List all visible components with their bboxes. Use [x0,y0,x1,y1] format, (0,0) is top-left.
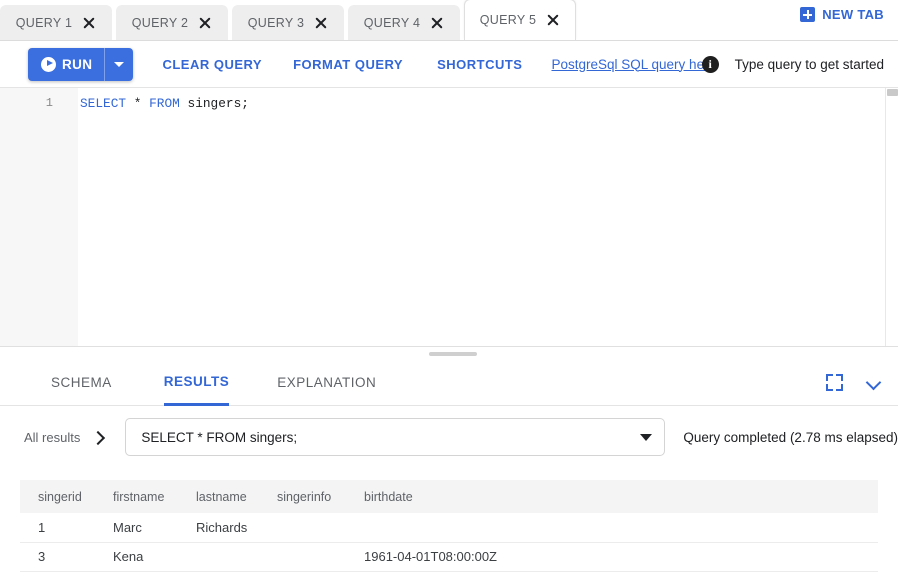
editor-line-number: 1 [0,94,78,113]
table-row: 3 Kena 1961-04-01T08:00:00Z [20,542,878,571]
new-tab-button[interactable]: NEW TAB [800,7,884,22]
editor-gutter: 1 [0,88,78,346]
column-header-birthdate[interactable]: birthdate [346,480,878,513]
cell-birthdate [346,513,878,542]
fullscreen-expand-icon[interactable] [826,374,843,391]
results-table-container: singerid firstname lastname singerinfo b… [0,468,898,579]
tab-results[interactable]: RESULTS [164,360,230,406]
editor-vertical-scrollbar[interactable] [885,88,898,346]
column-header-lastname[interactable]: lastname [178,480,259,513]
query-tab-4[interactable]: QUERY 4 [348,5,460,40]
query-tab-label: QUERY 4 [364,16,421,30]
run-button-label: RUN [62,57,92,72]
plus-square-icon [800,7,815,22]
query-result-select[interactable]: SELECT * FROM singers; [125,418,665,456]
results-table-body: 1 Marc Richards 3 Kena 1961-04-01T08:00:… [20,513,878,571]
sql-keyword-from: FROM [149,96,180,111]
query-tab-3[interactable]: QUERY 3 [232,5,344,40]
chevron-right-icon [92,431,104,443]
cell-singerinfo [259,513,346,542]
query-tab-label: QUERY 3 [248,16,305,30]
toolbar-status: i Type query to get started [702,56,884,73]
query-tab-label: QUERY 5 [480,13,537,27]
close-icon[interactable] [314,16,328,30]
query-tabs-list: QUERY 1 QUERY 2 QUERY 3 QUERY 4 QUERY 5 [0,0,580,40]
tab-schema[interactable]: SCHEMA [51,360,112,406]
resize-grip-icon [429,352,477,356]
results-table: singerid firstname lastname singerinfo b… [20,480,878,572]
results-selector-row: All results SELECT * FROM singers; Query… [0,406,898,468]
query-tab-label: QUERY 2 [132,16,189,30]
play-circle-icon [41,57,56,72]
sql-keyword-select: SELECT [80,96,126,111]
results-tab-bar: SCHEMA RESULTS EXPLANATION [0,360,898,406]
run-button[interactable]: RUN [28,48,104,81]
cell-firstname: Marc [95,513,178,542]
query-tab-bar: QUERY 1 QUERY 2 QUERY 3 QUERY 4 QUERY 5 [0,0,898,41]
chevron-down-icon[interactable] [628,434,664,441]
cell-firstname: Kena [95,542,178,571]
info-circle-icon: i [702,56,719,73]
shortcuts-button[interactable]: SHORTCUTS [437,57,522,72]
cell-singerid: 1 [20,513,95,542]
format-query-button[interactable]: FORMAT QUERY [293,57,403,72]
panel-resize-handle[interactable] [0,346,898,360]
editor-scrollbar-thumb[interactable] [887,89,898,96]
chevron-down-icon [114,62,124,67]
results-panel: SCHEMA RESULTS EXPLANATION All results S… [0,360,898,579]
editor-code-line: SELECT * FROM singers; [80,94,898,113]
query-tab-5[interactable]: QUERY 5 [464,0,576,40]
chevron-down-icon[interactable] [867,376,880,389]
sql-star-operator: * [126,96,149,111]
run-button-group[interactable]: RUN [28,48,133,81]
results-panel-actions [826,374,880,391]
query-result-select-value: SELECT * FROM singers; [126,430,628,445]
new-tab-label: NEW TAB [822,7,884,22]
column-header-singerinfo[interactable]: singerinfo [259,480,346,513]
editor-code-area[interactable]: SELECT * FROM singers; [78,88,898,346]
close-icon[interactable] [546,13,560,27]
query-tab-2[interactable]: QUERY 2 [116,5,228,40]
cell-lastname: Richards [178,513,259,542]
table-row: 1 Marc Richards [20,513,878,542]
cell-birthdate: 1961-04-01T08:00:00Z [346,542,878,571]
clear-query-button[interactable]: CLEAR QUERY [162,57,262,72]
run-options-button[interactable] [105,48,133,81]
sql-table-identifier: singers; [180,96,249,111]
cell-singerid: 3 [20,542,95,571]
breadcrumb-all-results[interactable]: All results [24,430,80,445]
close-icon[interactable] [430,16,444,30]
cell-lastname [178,542,259,571]
results-table-head: singerid firstname lastname singerinfo b… [20,480,878,513]
column-header-singerid[interactable]: singerid [20,480,95,513]
postgresql-help-link[interactable]: PostgreSql SQL query help [551,57,714,72]
close-icon[interactable] [82,16,96,30]
sql-query-workspace: QUERY 1 QUERY 2 QUERY 3 QUERY 4 QUERY 5 [0,0,898,579]
column-header-firstname[interactable]: firstname [95,480,178,513]
tab-explanation[interactable]: EXPLANATION [277,360,376,406]
toolbar-status-text: Type query to get started [735,57,884,72]
close-icon[interactable] [198,16,212,30]
query-tab-label: QUERY 1 [16,16,73,30]
sql-editor[interactable]: 1 SELECT * FROM singers; [0,88,898,346]
query-tab-1[interactable]: QUERY 1 [0,5,112,40]
cell-singerinfo [259,542,346,571]
table-header-row: singerid firstname lastname singerinfo b… [20,480,878,513]
query-completion-status: Query completed (2.78 ms elapsed) [683,430,898,445]
query-toolbar: RUN CLEAR QUERY FORMAT QUERY SHORTCUTS P… [0,41,898,88]
